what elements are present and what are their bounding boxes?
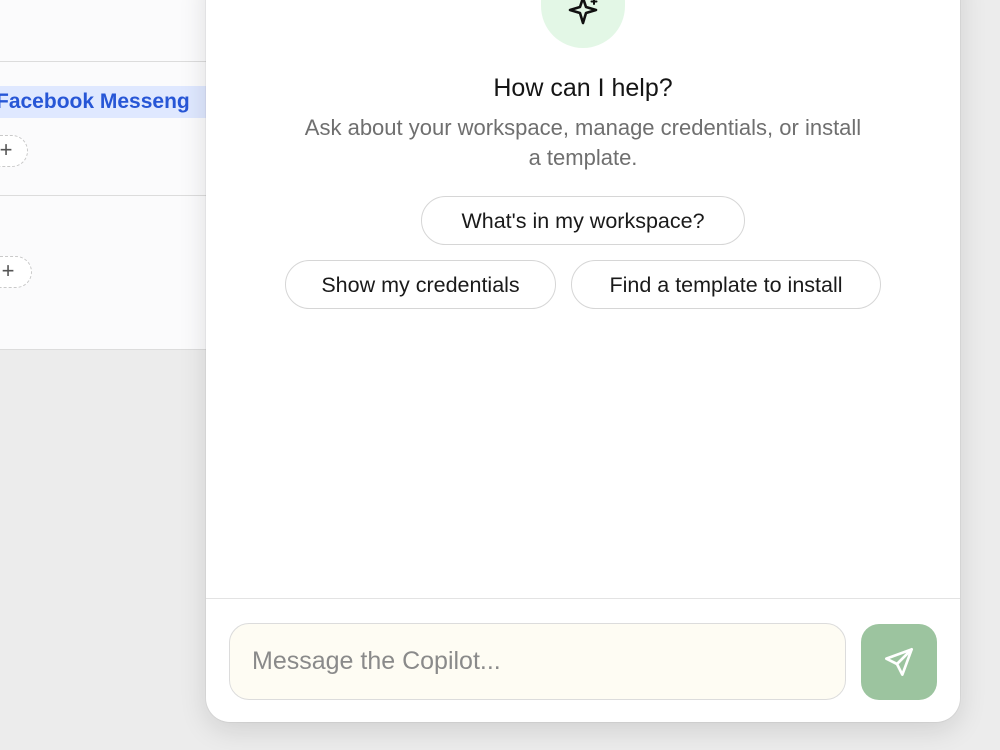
composer-divider: [206, 598, 960, 599]
send-button[interactable]: [861, 624, 937, 700]
copilot-logo: [541, 0, 625, 48]
suggestion-workspace-button[interactable]: What's in my workspace?: [421, 196, 745, 245]
add-node-button[interactable]: +: [0, 135, 28, 167]
card-divider: [0, 195, 220, 196]
suggestion-credentials-button[interactable]: Show my credentials: [285, 260, 556, 309]
copilot-panel: How can I help? Ask about your workspace…: [206, 0, 960, 722]
message-input[interactable]: [229, 623, 846, 700]
add-node-button[interactable]: +: [0, 256, 32, 288]
sparkle-icon: [568, 0, 598, 25]
node-tag-facebook-messenger[interactable]: Facebook Messeng: [0, 86, 206, 118]
background-canvas-card: Facebook Messeng + +: [0, 0, 220, 350]
app-stage: Facebook Messeng + + How can I help? Ask…: [0, 0, 1000, 750]
copilot-headline: How can I help?: [493, 74, 673, 102]
suggestion-template-button[interactable]: Find a template to install: [571, 260, 881, 309]
copilot-subtext: Ask about your workspace, manage credent…: [304, 115, 862, 170]
card-divider: [0, 61, 220, 62]
send-icon: [885, 648, 913, 676]
